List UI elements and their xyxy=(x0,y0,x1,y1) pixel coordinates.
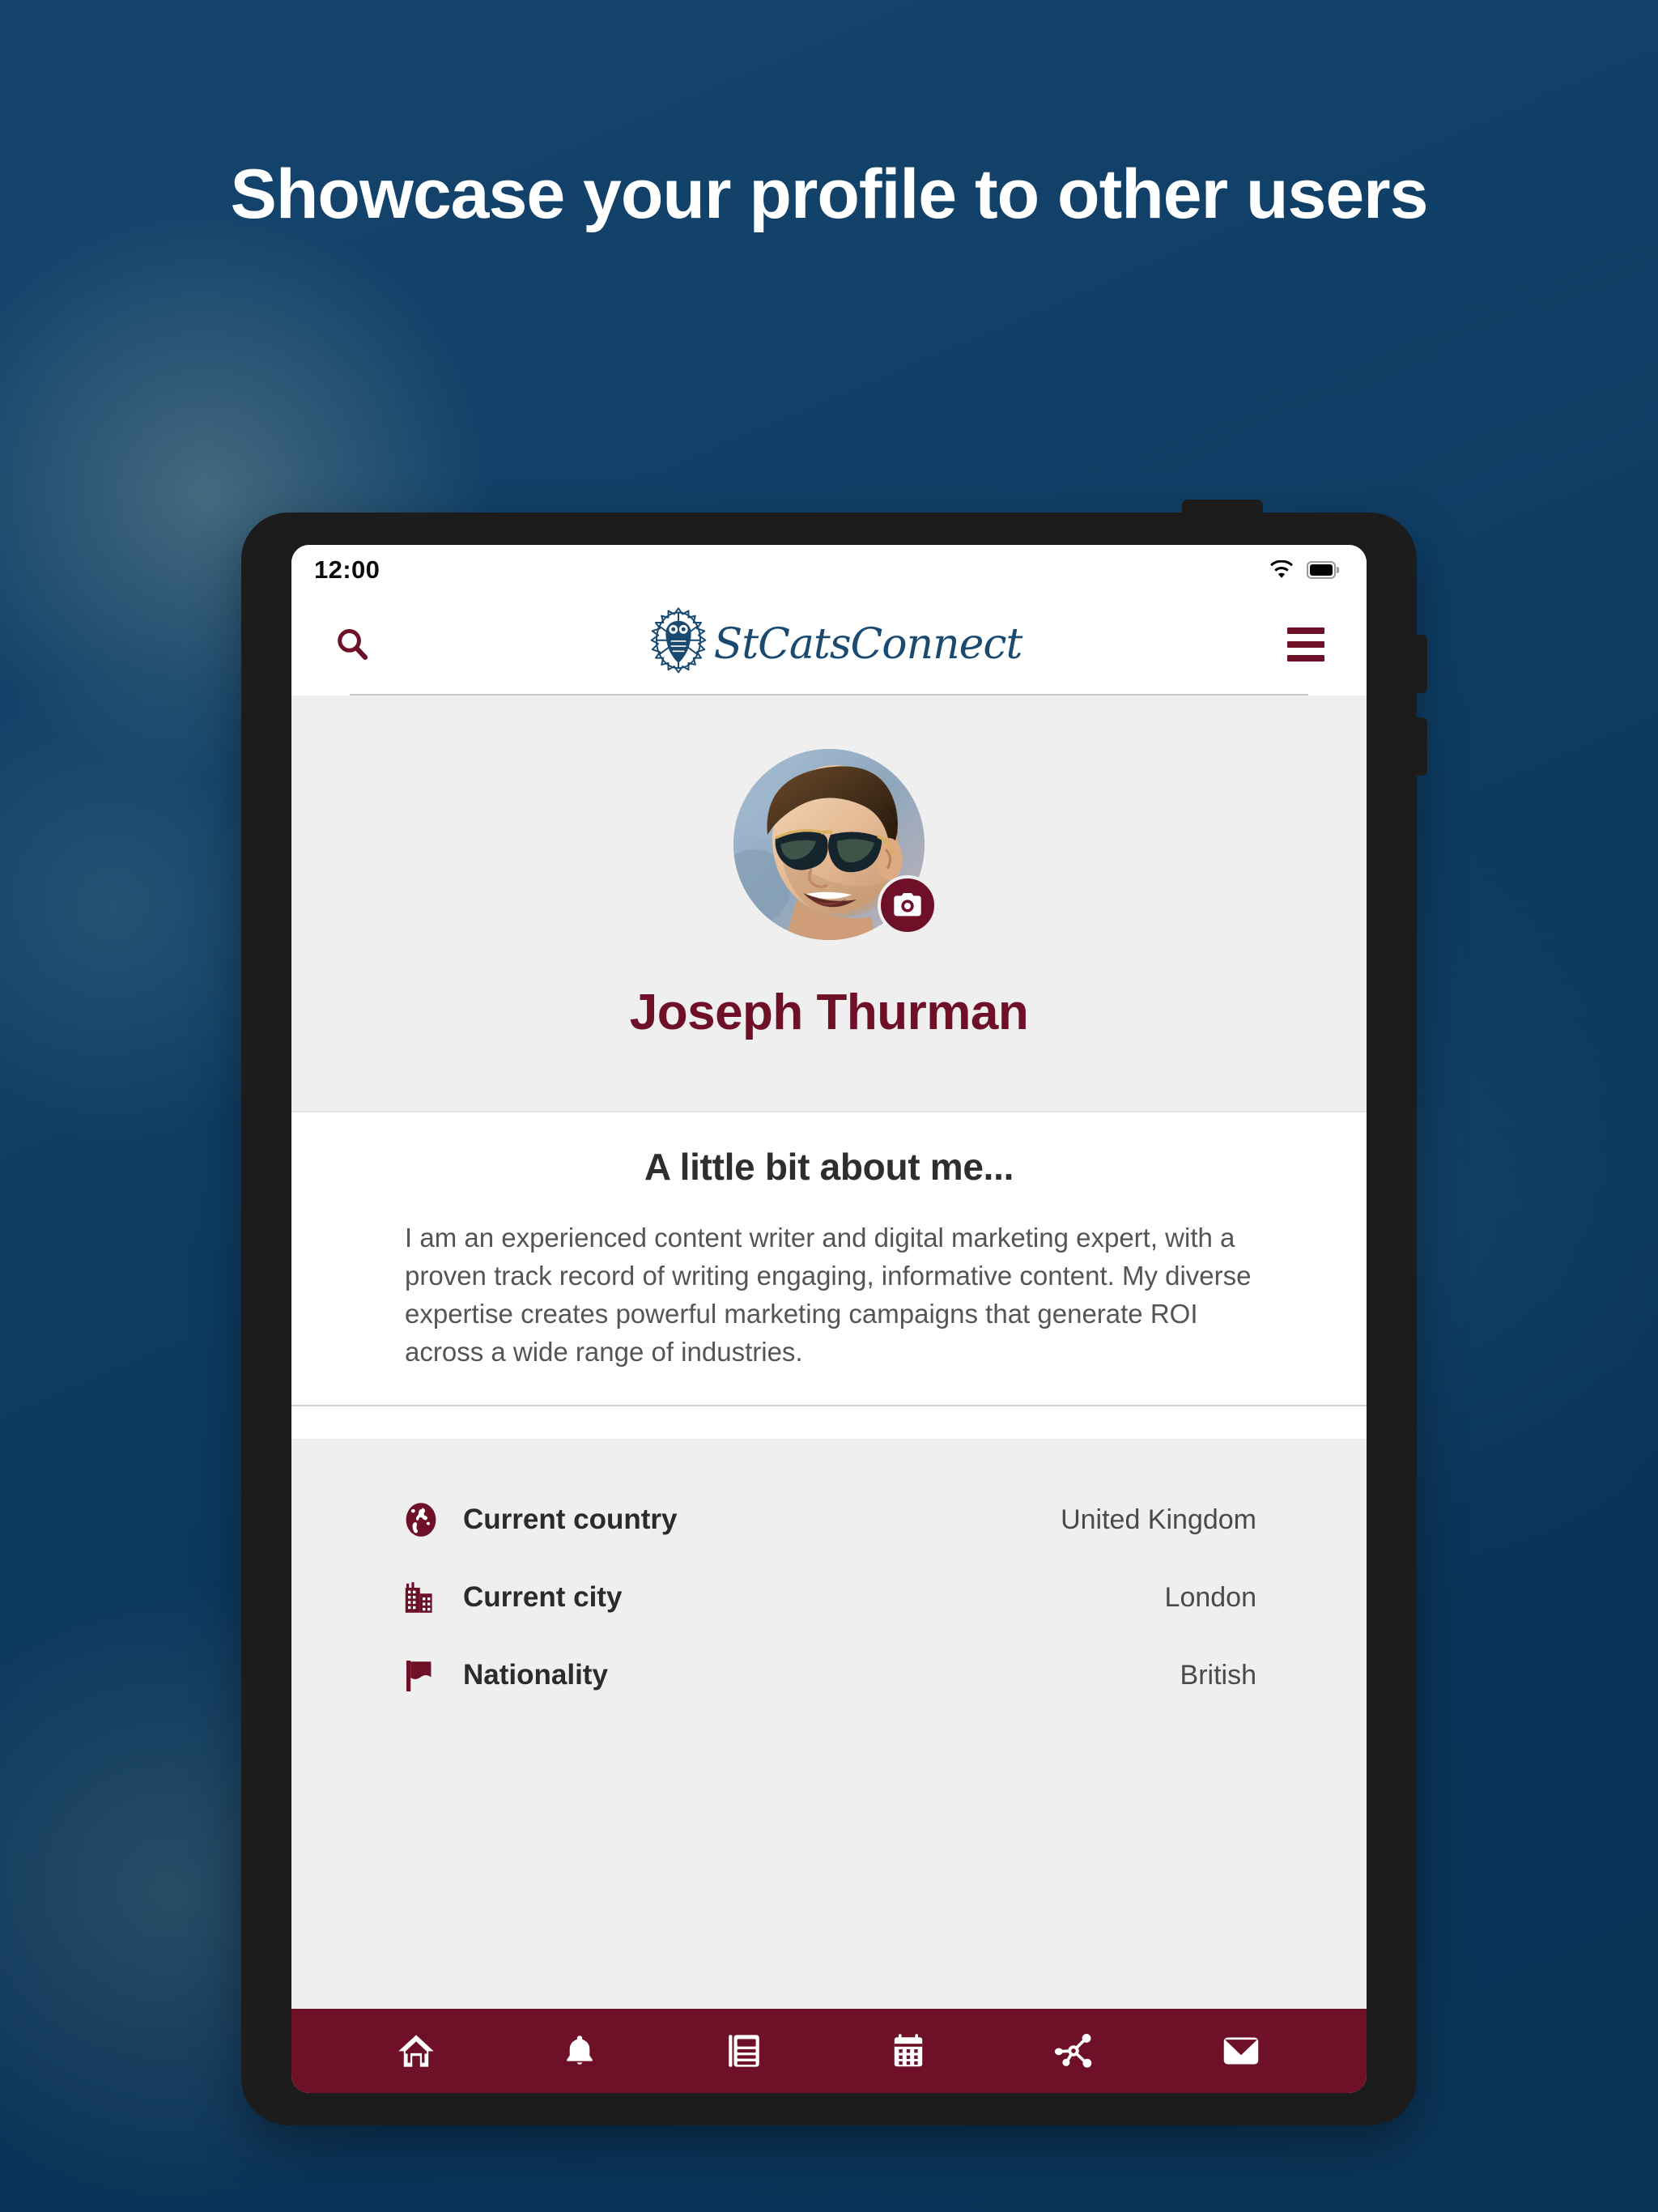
detail-label: Nationality xyxy=(463,1659,608,1691)
about-divider xyxy=(291,1405,1367,1407)
about-title: A little bit about me... xyxy=(644,1146,1014,1188)
status-clock: 12:00 xyxy=(314,555,380,584)
profile-details: Current country United Kingdom Current c… xyxy=(291,1439,1367,2009)
bottom-navigation xyxy=(291,2009,1367,2093)
search-icon xyxy=(338,629,368,660)
hamburger-menu-icon[interactable] xyxy=(1287,627,1324,661)
detail-row-city[interactable]: Current city London xyxy=(402,1559,1256,1636)
device-screen: 12:00 StCatsConnect Joseph Thurman A lit… xyxy=(291,545,1367,2093)
detail-row-country[interactable]: Current country United Kingdom xyxy=(402,1481,1256,1559)
detail-label: Current country xyxy=(463,1504,678,1536)
promo-headline: Showcase your profile to other users xyxy=(230,155,1429,233)
detail-value: British xyxy=(1180,1659,1256,1691)
building-icon xyxy=(402,1578,453,1617)
hamburger-bar xyxy=(1287,627,1324,634)
volume-down-button[interactable] xyxy=(1414,717,1427,776)
brand-wordmark: StCatsConnect xyxy=(713,620,1023,669)
tablet-device-frame: 12:00 StCatsConnect Joseph Thurman A lit… xyxy=(241,500,1427,2125)
battery-full-icon xyxy=(1307,561,1339,579)
nav-home[interactable] xyxy=(396,2031,436,2071)
nav-notifications[interactable] xyxy=(561,2032,598,2069)
flag-icon xyxy=(402,1656,453,1695)
search-button[interactable] xyxy=(334,626,371,663)
nav-calendar[interactable] xyxy=(889,2031,928,2070)
about-section: A little bit about me... I am an experie… xyxy=(291,1111,1367,1440)
home-icon xyxy=(398,2035,434,2067)
camera-icon xyxy=(894,893,921,917)
wifi-icon xyxy=(1270,560,1293,578)
detail-row-nationality[interactable]: Nationality British xyxy=(402,1636,1256,1714)
detail-value: United Kingdom xyxy=(1061,1504,1256,1535)
profile-name: Joseph Thurman xyxy=(629,985,1029,1040)
power-button[interactable] xyxy=(1182,500,1263,517)
hamburger-bar xyxy=(1287,641,1324,648)
nav-messages[interactable] xyxy=(1220,2030,1262,2072)
brand-logo: StCatsConnect xyxy=(291,602,1367,687)
owl-crest-logo-icon xyxy=(650,607,706,674)
detail-value: London xyxy=(1164,1581,1256,1613)
hamburger-bar xyxy=(1287,655,1324,661)
volume-up-button[interactable] xyxy=(1414,635,1427,693)
nav-network[interactable] xyxy=(1052,2030,1095,2072)
about-body: I am an experienced content writer and d… xyxy=(405,1223,1252,1367)
bell-icon xyxy=(567,2035,593,2065)
avatar-container xyxy=(733,749,937,940)
profile-hero: Joseph Thurman xyxy=(291,696,1367,1111)
app-header: StCatsConnect xyxy=(291,595,1367,694)
change-photo-button[interactable] xyxy=(878,875,937,935)
nav-news[interactable] xyxy=(724,2031,764,2071)
network-icon xyxy=(1055,2033,1092,2068)
status-bar: 12:00 xyxy=(291,545,1367,595)
detail-label: Current city xyxy=(463,1581,623,1614)
status-indicators xyxy=(1269,560,1339,580)
envelope-icon xyxy=(1223,2037,1259,2065)
calendar-icon xyxy=(894,2034,923,2067)
news-icon xyxy=(729,2035,759,2067)
brand-logo-link[interactable]: StCatsConnect xyxy=(636,602,1022,687)
globe-icon xyxy=(402,1500,453,1539)
